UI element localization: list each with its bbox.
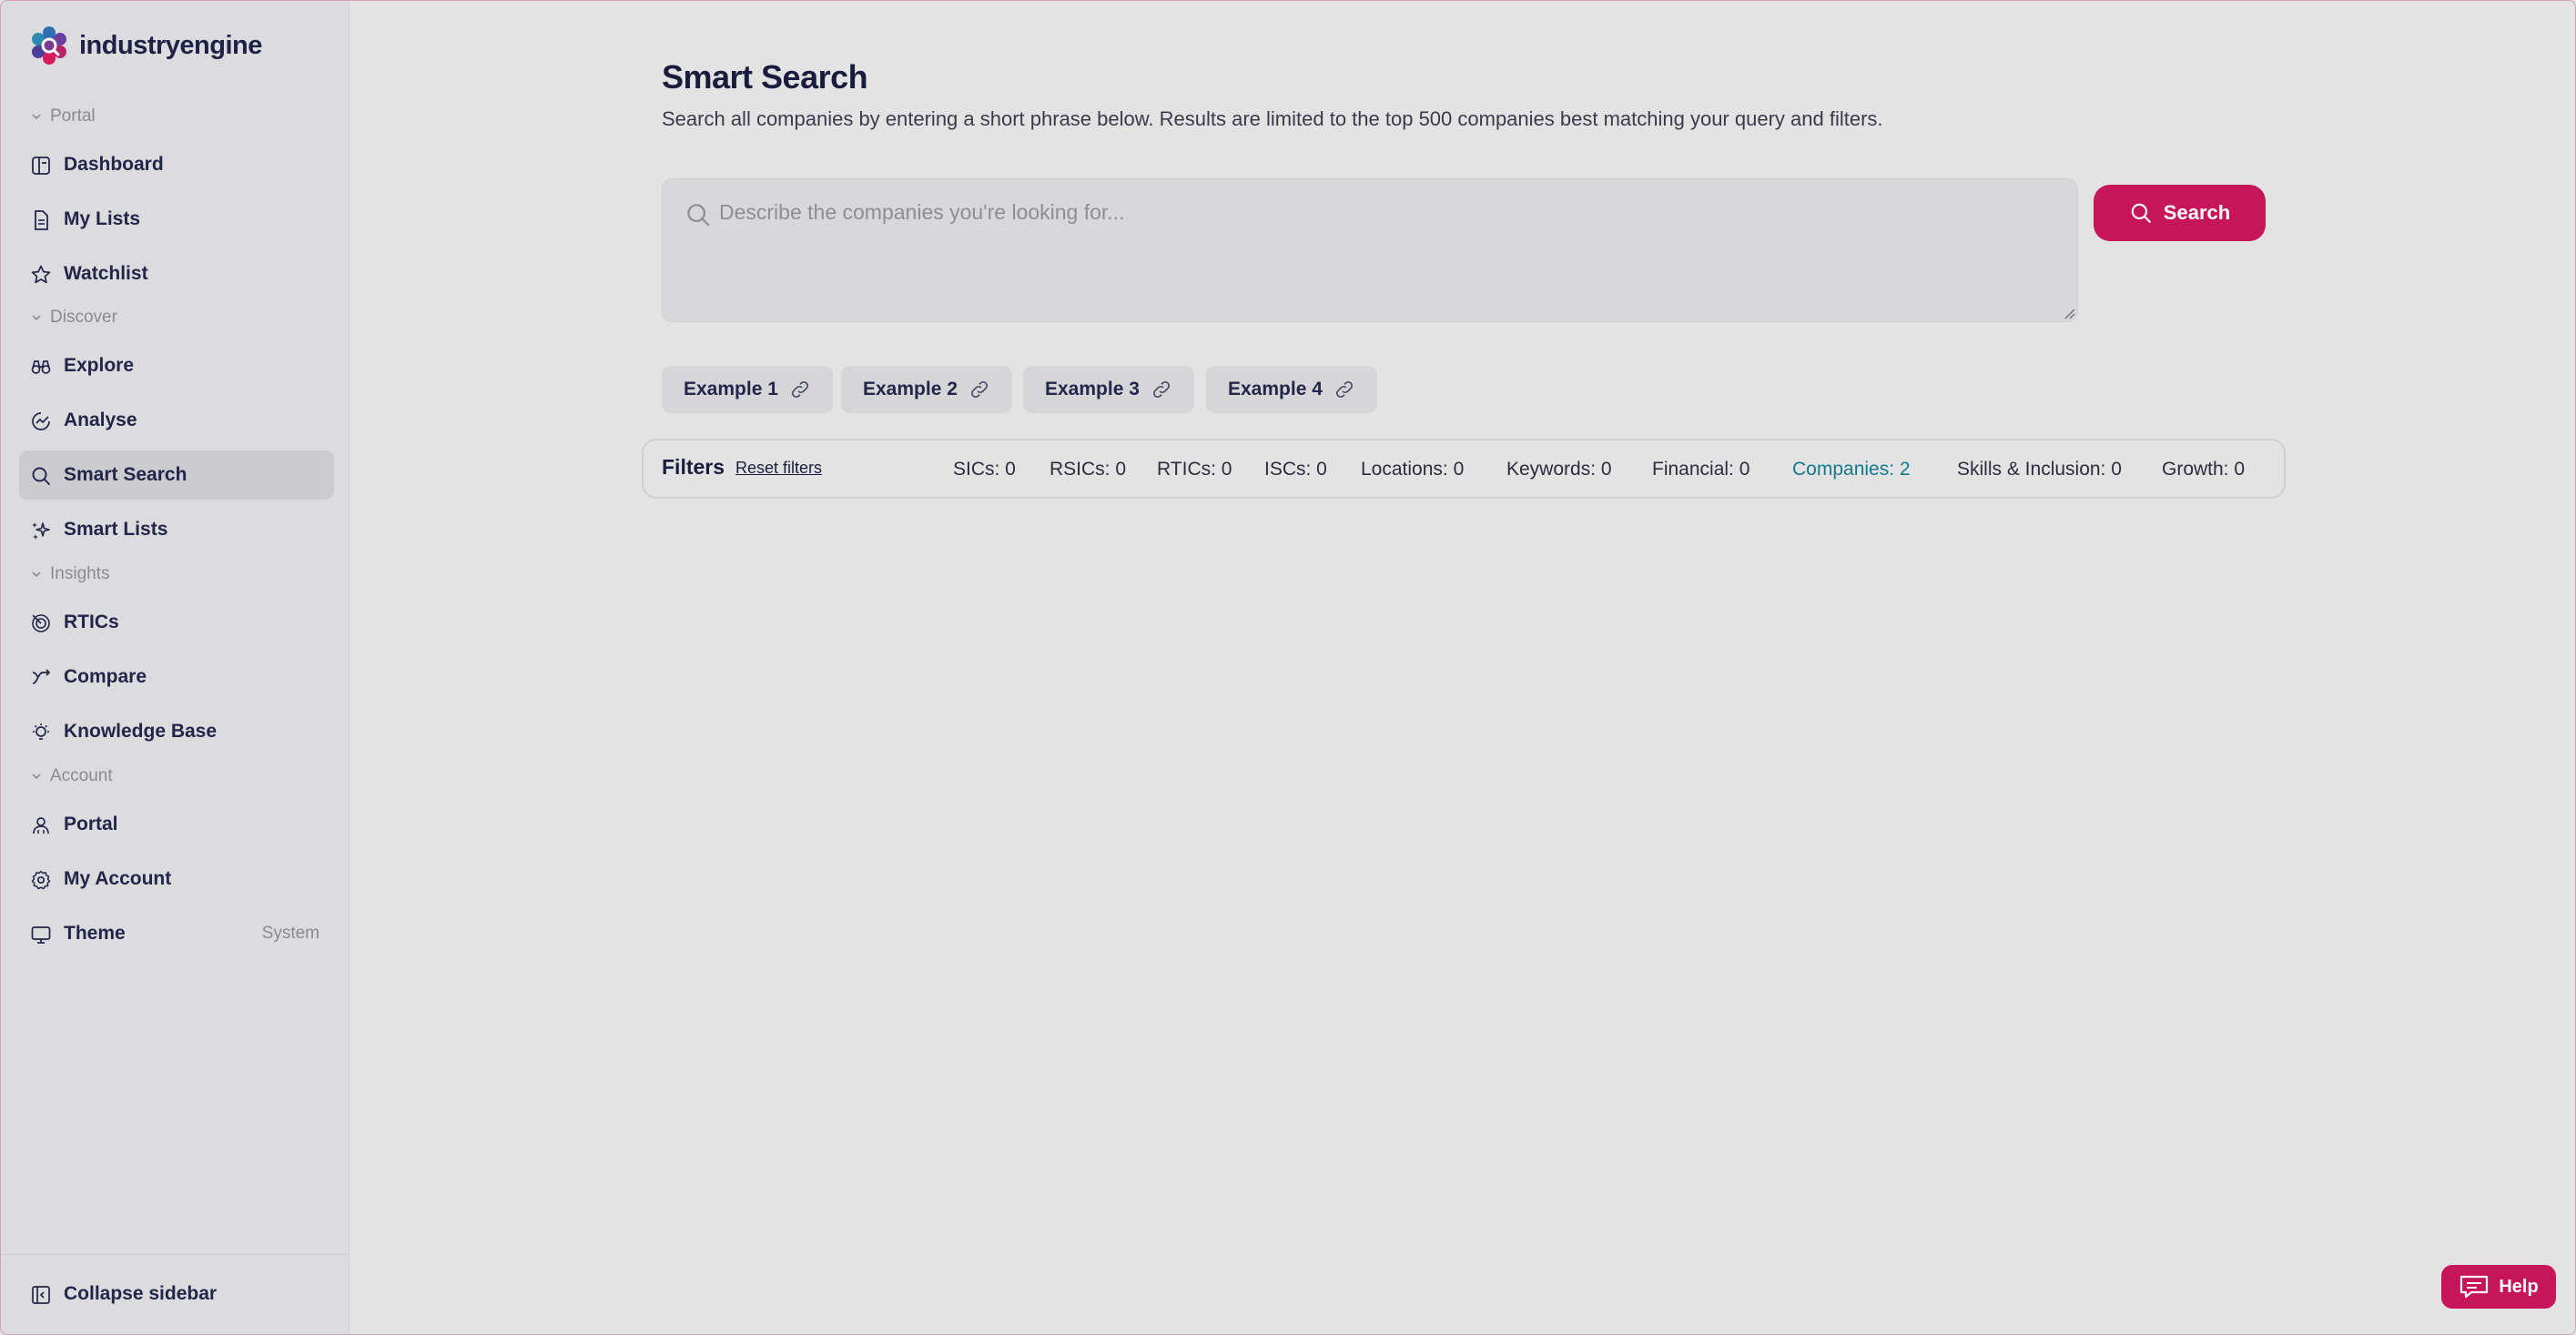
star-icon xyxy=(31,265,51,284)
resize-handle-icon[interactable] xyxy=(2063,307,2075,319)
sidebar-item-knowledge-base[interactable]: Knowledge Base xyxy=(19,707,334,756)
search-icon xyxy=(2131,203,2151,223)
filter-companies[interactable]: Companies: 2 xyxy=(1792,459,1911,480)
sidebar-item-label: Smart Lists xyxy=(64,519,168,540)
filter-locations[interactable]: Locations: 0 xyxy=(1361,459,1464,480)
sidebar-item-compare[interactable]: Compare xyxy=(19,652,334,702)
sidebar-item-label: Analyse xyxy=(64,410,137,430)
brand-logo[interactable]: industryengine xyxy=(28,21,262,70)
filter-rsics[interactable]: RSICs: 0 xyxy=(1050,459,1126,480)
link-icon xyxy=(970,380,988,399)
example-chip-3[interactable]: Example 3 xyxy=(1023,366,1194,413)
binoculars-icon xyxy=(31,360,51,374)
search-button-label: Search xyxy=(2163,201,2231,224)
sidebar-item-watchlist[interactable]: Watchlist xyxy=(19,249,334,298)
industryengine-logo-icon xyxy=(32,26,66,65)
page-subtitle: Search all companies by entering a short… xyxy=(662,107,1883,130)
search-input[interactable]: Describe the companies you're looking fo… xyxy=(662,178,2078,322)
sidebar-item-label: Theme xyxy=(64,923,126,944)
sidebar-item-dashboard[interactable]: Dashboard xyxy=(19,140,334,189)
example-chip-1[interactable]: Example 1 xyxy=(662,366,833,413)
sidebar-item-explore[interactable]: Explore xyxy=(19,341,334,390)
analyse-chart-icon xyxy=(32,412,50,430)
example-chip-label: Example 4 xyxy=(1228,379,1323,399)
example-chip-label: Example 2 xyxy=(863,379,958,399)
sidebar-item-label: Watchlist xyxy=(64,263,148,284)
sidebar-item-analyse[interactable]: Analyse xyxy=(19,396,334,445)
section-insights-toggle[interactable]: Insights xyxy=(30,564,109,584)
chevron-down-icon xyxy=(32,315,41,321)
sidebar-item-rtics[interactable]: RTICs xyxy=(19,598,334,647)
document-list-icon xyxy=(35,210,48,230)
sidebar-item-label: Explore xyxy=(64,355,135,376)
collapse-sidebar-icon xyxy=(32,1286,50,1304)
sidebar-item-label: Smart Search xyxy=(64,464,188,485)
sidebar-item-label: Portal xyxy=(64,814,118,834)
dashboard-icon xyxy=(32,157,50,175)
filter-rtics[interactable]: RTICs: 0 xyxy=(1157,459,1232,480)
theme-value: System xyxy=(261,924,319,943)
gear-icon xyxy=(31,870,51,890)
sidebar-item-smart-lists[interactable]: Smart Lists xyxy=(19,505,334,554)
help-label: Help xyxy=(2499,1276,2539,1297)
collapse-sidebar-button[interactable]: Collapse sidebar xyxy=(19,1269,334,1319)
search-icon xyxy=(687,204,710,227)
sidebar-item-label: My Account xyxy=(64,868,172,889)
sidebar-item-label: Knowledge Base xyxy=(64,721,218,742)
filter-financial[interactable]: Financial: 0 xyxy=(1652,459,1749,480)
radar-target-icon xyxy=(32,614,50,632)
sidebar-item-label: Dashboard xyxy=(64,154,164,175)
example-chip-2[interactable]: Example 2 xyxy=(841,366,1012,413)
sidebar-item-my-lists[interactable]: My Lists xyxy=(19,195,334,244)
monitor-icon xyxy=(31,926,51,944)
brand-name: industryengine xyxy=(79,30,262,60)
search-button[interactable]: Search xyxy=(2094,185,2266,241)
section-discover-label: Discover xyxy=(50,308,117,327)
section-account-toggle[interactable]: Account xyxy=(30,766,113,786)
chevron-down-icon xyxy=(32,114,41,120)
example-chip-label: Example 3 xyxy=(1045,379,1140,399)
filter-iscs[interactable]: ISCs: 0 xyxy=(1264,459,1327,480)
sidebar-item-label: Compare xyxy=(64,666,147,687)
reset-filters-link[interactable]: Reset filters xyxy=(735,459,822,478)
sidebar-item-portal[interactable]: Portal xyxy=(19,800,334,849)
sidebar-item-my-account[interactable]: My Account xyxy=(19,855,334,904)
portal-user-icon xyxy=(33,817,49,834)
filter-skills-inclusion[interactable]: Skills & Inclusion: 0 xyxy=(1957,459,2122,480)
chat-bubble-icon xyxy=(2460,1275,2489,1299)
collapse-sidebar-label: Collapse sidebar xyxy=(64,1283,218,1304)
section-insights-label: Insights xyxy=(50,564,110,583)
link-icon xyxy=(791,380,808,399)
filters-bar: Filters Reset filters SICs: 0 RSICs: 0 R… xyxy=(642,439,2286,499)
filter-growth[interactable]: Growth: 0 xyxy=(2162,459,2245,480)
filter-sics[interactable]: SICs: 0 xyxy=(953,459,1016,480)
search-placeholder: Describe the companies you're looking fo… xyxy=(719,200,1125,224)
help-button[interactable]: Help xyxy=(2441,1265,2556,1309)
sidebar-divider xyxy=(1,1254,349,1255)
search-icon xyxy=(32,467,50,485)
lightbulb-icon xyxy=(33,723,49,740)
link-icon xyxy=(1152,380,1170,399)
section-account-label: Account xyxy=(50,766,113,785)
section-portal-label: Portal xyxy=(50,106,96,126)
compare-arrows-icon xyxy=(32,669,51,684)
chevron-down-icon xyxy=(32,571,41,578)
sidebar: industryengine Portal Dashboard My Lists… xyxy=(1,1,350,1334)
section-discover-toggle[interactable]: Discover xyxy=(30,308,117,328)
filters-title: Filters xyxy=(662,455,725,479)
example-chip-label: Example 1 xyxy=(684,379,778,399)
link-icon xyxy=(1335,380,1353,399)
example-chip-4[interactable]: Example 4 xyxy=(1206,366,1377,413)
chevron-down-icon xyxy=(32,774,41,780)
page-title: Smart Search xyxy=(662,58,868,96)
sidebar-item-label: My Lists xyxy=(64,208,141,229)
filter-keywords[interactable]: Keywords: 0 xyxy=(1506,459,1612,480)
sidebar-item-smart-search[interactable]: Smart Search xyxy=(19,450,334,500)
sparkles-icon xyxy=(32,522,50,540)
sidebar-item-label: RTICs xyxy=(64,612,119,632)
section-portal-toggle[interactable]: Portal xyxy=(30,106,96,126)
sidebar-item-theme[interactable]: Theme System xyxy=(19,909,334,958)
